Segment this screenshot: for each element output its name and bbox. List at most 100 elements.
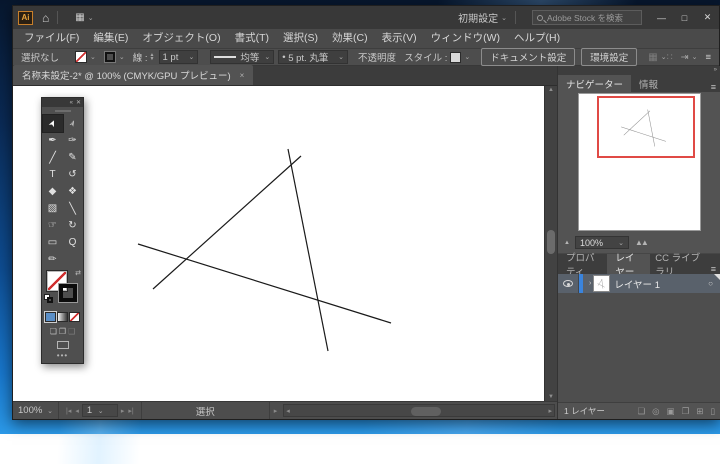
shape-builder-tool[interactable]: ❖	[63, 183, 83, 200]
menu-item[interactable]: ウィンドウ(W)	[424, 29, 507, 48]
visibility-eye-icon[interactable]	[563, 280, 573, 287]
artboard-number-field[interactable]: 1 ⌄	[82, 404, 118, 417]
stock-search-box[interactable]	[532, 10, 642, 25]
navigator-zoom-field[interactable]: 100% ⌄	[575, 236, 629, 249]
tab-cc-libraries[interactable]: CC ライブラリ	[650, 254, 705, 274]
stroke-swatch[interactable]	[104, 51, 116, 63]
layer-thumbnail[interactable]	[594, 276, 609, 291]
scroll-left-icon[interactable]: ◂	[286, 405, 290, 416]
new-sublayer-icon[interactable]: ❐	[682, 406, 690, 417]
stroke-weight-field[interactable]: 1 pt ⌄	[159, 50, 199, 64]
expand-layer-icon[interactable]: ›	[589, 280, 591, 287]
status-expander-icon[interactable]: ▸	[270, 402, 282, 419]
shaper-tool[interactable]: ✏	[43, 251, 63, 268]
preferences-button[interactable]: 環境設定	[581, 48, 637, 66]
stroke-color-well[interactable]	[58, 283, 78, 303]
fill-swatch[interactable]	[75, 51, 87, 63]
gradient-button[interactable]	[57, 312, 68, 322]
zoom-in-thumbnail-icon[interactable]: ▲▲	[635, 238, 647, 247]
tab-layers[interactable]: レイヤー	[607, 254, 650, 274]
menu-item[interactable]: 選択(S)	[276, 29, 325, 48]
hand-tool[interactable]: ☞	[43, 217, 63, 234]
rotate-view-tool[interactable]: ↻	[63, 217, 83, 234]
gradient-tool[interactable]: ▧	[43, 200, 63, 217]
draw-normal-icon[interactable]: ❏	[50, 327, 57, 336]
menu-item[interactable]: 効果(C)	[325, 29, 375, 48]
horizontal-scroll-thumb[interactable]	[411, 407, 441, 416]
arrange-documents-icon[interactable]: ▦	[75, 13, 84, 23]
make-clipping-mask-icon[interactable]: ▣	[667, 406, 675, 417]
control-bar-menu-icon[interactable]: ≡	[705, 52, 711, 63]
pen-tool[interactable]: ✒	[43, 132, 63, 149]
scroll-down-icon[interactable]: ▼	[545, 394, 557, 400]
panel-menu-icon[interactable]: ≡	[706, 264, 720, 274]
document-close-icon[interactable]: ×	[240, 71, 245, 80]
vertical-scrollbar[interactable]: ▲ ▼	[544, 86, 557, 401]
stroke-profile-select[interactable]: 均等 ⌄	[210, 50, 274, 64]
zoom-level-select[interactable]: 100% ⌄	[13, 402, 59, 419]
search-input[interactable]	[547, 13, 637, 23]
chevron-down-icon[interactable]: ⌄	[90, 53, 96, 61]
tools-panel-grip[interactable]	[42, 107, 83, 115]
tab-navigator[interactable]: ナビゲーター	[558, 75, 631, 92]
type-tool[interactable]: T	[43, 166, 63, 183]
last-artboard-icon[interactable]: ▸|	[126, 407, 135, 415]
collect-for-export-icon[interactable]: ❏	[637, 406, 645, 417]
collapse-panels-icon[interactable]: »	[558, 66, 720, 75]
eyedropper-tool[interactable]: ╲	[63, 200, 83, 217]
document-setup-button[interactable]: ドキュメント設定	[481, 48, 575, 66]
paintbrush-tool[interactable]: ✎	[63, 149, 83, 166]
none-button[interactable]	[69, 312, 80, 322]
line-segment-tool[interactable]: ╱	[43, 149, 63, 166]
tab-info[interactable]: 情報	[631, 75, 666, 92]
minimize-button[interactable]: —	[650, 6, 673, 29]
screen-mode-control[interactable]	[42, 338, 83, 351]
panel-options-icon[interactable]: ▦	[648, 52, 657, 63]
layer-name[interactable]: レイヤー 1	[614, 277, 708, 291]
default-fill-stroke-icon[interactable]	[44, 294, 53, 303]
align-dots-icon[interactable]: ∷	[667, 52, 673, 63]
scroll-up-icon[interactable]: ▲	[545, 87, 557, 93]
first-artboard-icon[interactable]: |◂	[64, 407, 73, 415]
menu-item[interactable]: ファイル(F)	[17, 29, 86, 48]
menu-item[interactable]: 書式(T)	[228, 29, 276, 48]
align-objects-icon[interactable]: ⇥	[681, 52, 689, 63]
new-layer-icon[interactable]: ⊞	[696, 406, 703, 417]
menu-item[interactable]: 表示(V)	[375, 29, 424, 48]
zoom-out-thumbnail-icon[interactable]: ▲	[564, 240, 570, 246]
close-panel-icon[interactable]: ✕	[76, 99, 81, 106]
vertical-scroll-thumb[interactable]	[547, 230, 555, 254]
chevron-down-icon[interactable]: ⌄	[119, 53, 125, 61]
artwork-lines[interactable]	[13, 86, 544, 401]
style-swatch[interactable]	[450, 52, 461, 63]
maximize-button[interactable]: □	[673, 6, 696, 29]
chevron-down-icon[interactable]: ⌄	[692, 53, 698, 61]
collapse-panel-icon[interactable]: «	[70, 100, 73, 106]
zoom-tool[interactable]: Q	[63, 234, 83, 251]
panel-menu-icon[interactable]: ≡	[706, 82, 720, 92]
menu-item[interactable]: 編集(E)	[86, 29, 135, 48]
selection-tool[interactable]: ➤	[43, 115, 63, 132]
next-artboard-icon[interactable]: ▸	[119, 407, 127, 415]
chevron-down-icon[interactable]: ⌄	[88, 14, 94, 22]
swap-fill-stroke-icon[interactable]: ⇄	[75, 269, 81, 277]
prev-artboard-icon[interactable]: ◂	[73, 407, 81, 415]
home-icon[interactable]: ⌂	[42, 12, 49, 24]
canvas-artboard[interactable]: « ✕ ➤➢✒✑╱✎T↺◆❖▧╲☞↻▭Q✏ ⇄	[13, 86, 557, 401]
close-button[interactable]: ✕	[696, 6, 719, 29]
menu-item[interactable]: オブジェクト(O)	[135, 29, 227, 48]
direct-selection-tool[interactable]: ➢	[63, 115, 83, 132]
horizontal-scrollbar[interactable]: ◂ ▸	[283, 404, 555, 417]
tools-panel-header[interactable]: « ✕	[42, 98, 83, 107]
navigator-view-rect[interactable]	[597, 96, 695, 158]
eraser-tool[interactable]: ◆	[43, 183, 63, 200]
artboard-tool[interactable]: ▭	[43, 234, 63, 251]
chevron-down-icon[interactable]: ⌄	[464, 53, 470, 61]
tab-properties[interactable]: プロパティ	[558, 254, 607, 274]
locate-object-icon[interactable]: ◎	[652, 406, 659, 417]
workspace-switcher[interactable]: 初期設定 ⌄	[458, 10, 507, 25]
curvature-tool[interactable]: ✑	[63, 132, 83, 149]
stroke-weight-stepper[interactable]: ▲▼	[150, 53, 155, 61]
menu-item[interactable]: ヘルプ(H)	[507, 29, 567, 48]
scroll-right-icon[interactable]: ▸	[548, 405, 552, 416]
